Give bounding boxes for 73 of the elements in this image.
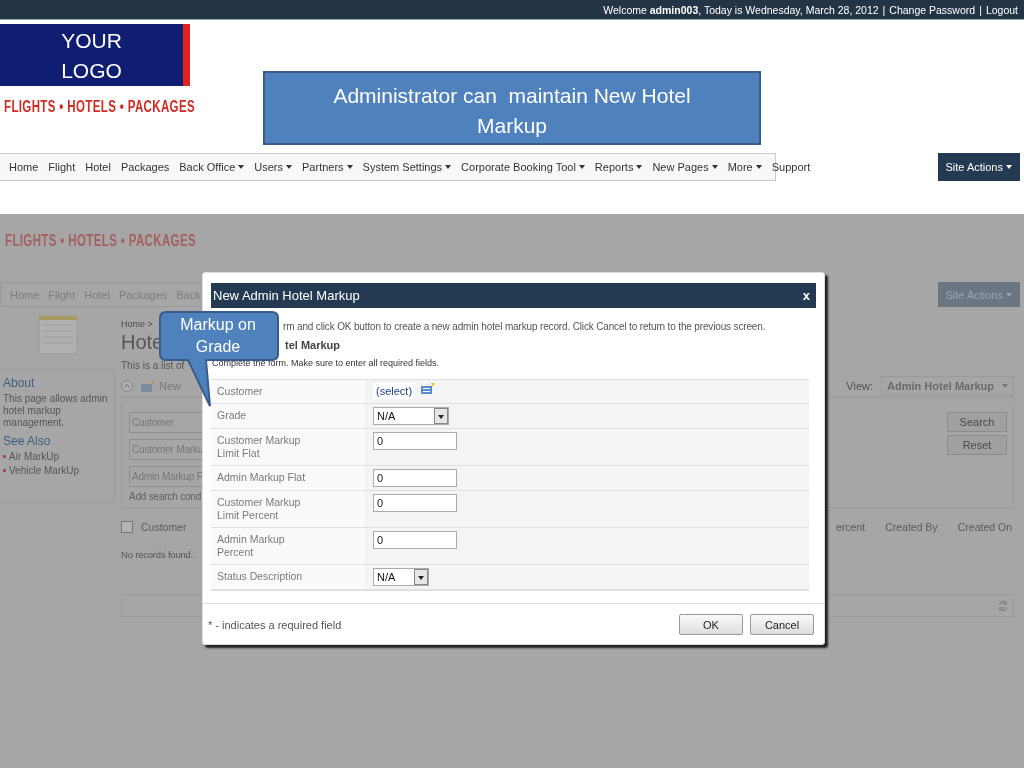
page-thumbnail-icon bbox=[37, 315, 78, 355]
empty-message: No records found. bbox=[121, 549, 194, 560]
separator: | bbox=[882, 3, 886, 16]
caret-icon bbox=[1002, 384, 1008, 388]
nav-item[interactable]: System Settings bbox=[362, 161, 452, 173]
new-item-icon bbox=[141, 380, 155, 392]
bullet-icon bbox=[3, 455, 6, 458]
field-label: Admin Markup Percent bbox=[211, 528, 365, 565]
separator: | bbox=[979, 3, 982, 16]
text-field[interactable]: 0 bbox=[373, 432, 457, 450]
text-field[interactable]: 0 bbox=[373, 531, 457, 549]
dialog-button[interactable]: Cancel bbox=[750, 614, 814, 635]
field-label: Admin Markup Flat bbox=[211, 466, 365, 491]
nav-item[interactable]: Packages bbox=[120, 161, 170, 173]
search-button[interactable]: Reset bbox=[947, 435, 1007, 455]
caret-icon bbox=[636, 165, 643, 169]
tagline: FLIGHTS • HOTELS • PACKAGES bbox=[4, 98, 196, 116]
nav-item[interactable]: New Pages bbox=[652, 161, 718, 173]
field-label: Customer bbox=[211, 380, 365, 404]
field-label: Status Description bbox=[211, 565, 365, 590]
checkbox[interactable] bbox=[121, 521, 133, 533]
nav-item[interactable]: Reports bbox=[594, 161, 643, 173]
dialog-intro: rm and click OK button to create a new admin hotel markup record. Click Cancel to return to the previous screen. bbox=[283, 320, 766, 333]
nav-item[interactable]: Users bbox=[254, 161, 293, 173]
caret-icon bbox=[578, 165, 585, 169]
close-button[interactable]: x bbox=[802, 288, 810, 303]
nav-item[interactable]: Partners bbox=[302, 161, 353, 173]
caret-icon bbox=[346, 165, 353, 169]
breadcrumb[interactable]: Home > bbox=[121, 319, 153, 329]
caret-icon bbox=[445, 165, 452, 169]
nav-item[interactable]: Corporate Booking Tool bbox=[461, 161, 585, 173]
nav-item[interactable]: Flight bbox=[48, 161, 76, 173]
bullet-icon bbox=[3, 469, 6, 472]
text-field[interactable]: 0 bbox=[373, 494, 457, 512]
header-link[interactable]: Logout bbox=[985, 3, 1018, 16]
refresh-icon[interactable] bbox=[997, 598, 1009, 613]
header-link[interactable]: Change Password bbox=[889, 3, 976, 16]
caret-icon bbox=[1006, 165, 1012, 169]
tagline: FLIGHTS • HOTELS • PACKAGES bbox=[5, 232, 197, 250]
caret-icon bbox=[238, 165, 245, 169]
dialog-title: New Admin Hotel Markup bbox=[213, 288, 360, 303]
search-button[interactable]: Search bbox=[947, 412, 1007, 432]
nav-item[interactable]: Support bbox=[771, 161, 811, 173]
about-text: This page allows admin hotel markup management. bbox=[3, 393, 109, 429]
collapse-icon[interactable] bbox=[121, 380, 133, 392]
dropdown-field[interactable]: N/A bbox=[373, 407, 449, 425]
text-field[interactable]: 0 bbox=[373, 469, 457, 487]
page-description: This is a list of bbox=[121, 360, 185, 371]
site-actions-button[interactable]: Site Actions bbox=[937, 153, 1020, 181]
logo: YOUR LOGO bbox=[0, 24, 190, 86]
nav-item[interactable]: Home bbox=[9, 161, 39, 173]
dialog-button[interactable]: OK bbox=[679, 614, 743, 635]
caret-icon bbox=[1006, 292, 1012, 297]
field-label: Customer Markup Limit Percent bbox=[211, 491, 365, 528]
form-heading: tel Markup bbox=[285, 339, 341, 351]
address-book-icon[interactable] bbox=[421, 383, 436, 395]
about-title: About bbox=[3, 376, 35, 390]
caret-icon bbox=[286, 165, 293, 169]
callout-text: Markup on Grade bbox=[179, 315, 257, 357]
welcome-text: Welcome admin003, Today is Wednesday, March 28, 2012 bbox=[603, 3, 879, 16]
nav-item[interactable]: More bbox=[727, 161, 762, 173]
field-label: Customer Markup Limit Flat bbox=[211, 429, 365, 466]
nav-item[interactable]: Back Office bbox=[179, 161, 245, 173]
view-label: View: bbox=[846, 380, 874, 392]
dropdown-field[interactable]: N/A bbox=[373, 568, 429, 586]
caret-icon bbox=[755, 165, 762, 169]
banner-callout: Administrator can maintain New Hotel Markup bbox=[263, 71, 761, 145]
caret-icon bbox=[711, 165, 718, 169]
required-note: * - indicates a required field bbox=[208, 619, 342, 631]
see-also-title: See Also bbox=[3, 434, 51, 448]
field-label: Grade bbox=[211, 404, 365, 429]
nav-item[interactable]: Hotel bbox=[85, 161, 111, 173]
select-link[interactable]: (select) bbox=[373, 383, 416, 399]
